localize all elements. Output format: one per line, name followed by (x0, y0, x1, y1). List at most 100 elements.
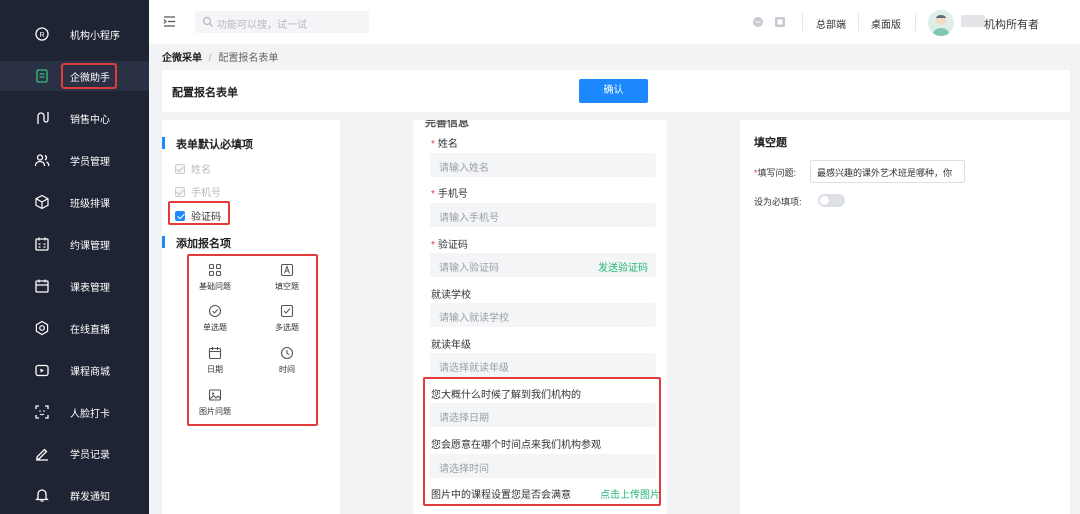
sidebar-item-label: 学员管理 (70, 157, 110, 168)
input-placeholder: 请输入手机号 (439, 213, 499, 224)
sidebar-item-students[interactable]: 学员管理 (0, 145, 149, 175)
page-title: 配置报名表单 (172, 87, 238, 99)
phone-input[interactable]: 请输入手机号 (430, 203, 656, 227)
input-placeholder: 请选择日期 (439, 413, 489, 424)
sidebar-item-label: 销售中心 (70, 115, 110, 126)
sidebar-item-label: 班级排课 (70, 199, 110, 210)
sidebar-item-label: 在线直播 (70, 325, 110, 336)
tool-label: 基础问题 (199, 282, 231, 291)
field-label: 图片中的课程设置您是否会满意 点击上传图片 (431, 486, 661, 501)
name-input[interactable]: 请输入姓名 (430, 153, 656, 177)
field-label: 您会愿意在哪个时间点来我们机构参观 (431, 440, 601, 451)
booking-icon (35, 237, 49, 251)
checkbox-label: 姓名 (191, 165, 211, 176)
grid-icon (208, 263, 222, 277)
sidebar-item-face-checkin[interactable]: 人脸打卡 (0, 397, 149, 427)
avatar[interactable] (928, 10, 954, 36)
collapse-menu-icon[interactable] (163, 15, 176, 28)
field-label: 就读年级 (431, 340, 471, 351)
sidebar-item-live[interactable]: 在线直播 (0, 313, 149, 343)
field-label: * 姓名 (431, 139, 458, 150)
students-icon (34, 154, 50, 167)
field-label: * 验证码 (431, 240, 468, 251)
tool-label: 填空题 (275, 282, 299, 291)
records-icon (36, 448, 48, 461)
breadcrumb-sep: / (208, 53, 212, 64)
topbar: 功能可以搜，试一试 总部端 桌面版 机构所有者 (149, 0, 1080, 44)
confirm-button[interactable]: 确认 (579, 79, 648, 103)
tool-basic-question[interactable]: 基础问题 (190, 263, 240, 292)
calendar-icon (208, 347, 222, 360)
svg-text:R: R (39, 32, 44, 39)
blurred-username (961, 15, 985, 27)
face-checkin-icon (35, 405, 49, 419)
sidebar-item-broadcast[interactable]: 群发通知 (0, 480, 149, 510)
breadcrumb: 企微采单 / 配置报名表单 (162, 49, 278, 64)
tool-date[interactable]: 日期 (190, 346, 240, 375)
required-toggle[interactable] (818, 194, 845, 207)
sidebar-item-class-schedule[interactable]: 班级排课 (0, 187, 149, 217)
desktop-button[interactable]: 桌面版 (871, 16, 901, 31)
section-title: 完善信息 (425, 120, 469, 129)
tool-label: 时间 (279, 365, 295, 374)
text-a-icon (280, 263, 294, 277)
user-avatar-icon (932, 15, 950, 36)
sidebar-item-label: 人脸打卡 (70, 409, 110, 420)
live-icon (35, 320, 49, 336)
checkbox (175, 163, 185, 174)
message-icon[interactable] (752, 16, 764, 28)
sidebar-item-wecom-assistant[interactable]: 企微助手 (0, 61, 149, 91)
sidebar-item-label: 课程商城 (70, 367, 110, 378)
sidebar-item-timetable[interactable]: 课表管理 (0, 271, 149, 301)
add-fields-title: 添加报名项 (162, 235, 231, 251)
hq-button[interactable]: 总部端 (816, 16, 846, 31)
input-placeholder: 请输入验证码 (439, 263, 499, 274)
search-input[interactable]: 功能可以搜，试一试 (195, 11, 369, 33)
sidebar-item-label: 约课管理 (70, 241, 110, 252)
breadcrumb-current: 配置报名表单 (218, 53, 279, 64)
page-header: 配置报名表单 确认 (162, 70, 1070, 112)
grade-select[interactable]: 请选择就读年级 (430, 353, 656, 377)
sidebar-item-records[interactable]: 学员记录 (0, 438, 149, 468)
bell-icon (35, 489, 49, 502)
sidebar-item-label: 群发通知 (70, 492, 110, 503)
field-label: 就读学校 (431, 290, 471, 301)
sidebar-item-sales[interactable]: 销售中心 (0, 103, 149, 133)
breadcrumb-root[interactable]: 企微采单 (162, 53, 202, 64)
input-placeholder: 请输入姓名 (439, 163, 489, 174)
divider (915, 13, 916, 31)
upload-image-link[interactable]: 点击上传图片 (600, 486, 660, 501)
tool-single-choice[interactable]: 单选题 (190, 304, 240, 333)
timetable-icon (35, 279, 49, 293)
sidebar-item-mini-program[interactable]: R 机构小程序 (0, 19, 149, 49)
tool-time[interactable]: 时间 (262, 346, 312, 375)
time-picker[interactable]: 请选择时间 (430, 454, 656, 478)
qrcode-icon[interactable] (774, 16, 786, 28)
tool-fill-blank[interactable]: 填空题 (262, 263, 312, 292)
verify-code-input[interactable]: 请输入验证码 发送验证码 (430, 253, 656, 277)
sidebar-item-booking[interactable]: 约课管理 (0, 229, 149, 259)
sidebar-item-label: 学员记录 (70, 450, 110, 461)
required-item-name: 姓名 (175, 161, 211, 176)
date-picker[interactable]: 请选择日期 (430, 403, 656, 427)
school-input[interactable]: 请输入就读学校 (430, 303, 656, 327)
sidebar-item-label: 课表管理 (70, 283, 110, 294)
sidebar: R 机构小程序 企微助手 销售中心 学员管理 班级排课 约课管理 课表管理 在线… (0, 0, 149, 514)
form-preview: 完善信息 * 姓名 请输入姓名 * 手机号 请输入手机号 * 验证码 请输入验证码 发… (413, 120, 667, 514)
divider (858, 13, 859, 31)
sidebar-item-course-mall[interactable]: 课程商城 (0, 355, 149, 385)
sales-icon (37, 112, 49, 124)
send-code-link[interactable]: 发送验证码 (598, 259, 648, 274)
tool-image-question[interactable]: 图片问题 (190, 388, 240, 417)
tool-label: 图片问题 (199, 407, 231, 416)
divider (802, 13, 803, 31)
tool-label: 单选题 (203, 323, 227, 332)
question-input[interactable]: 最感兴趣的课外艺术班是哪种，你 (810, 160, 965, 183)
search-placeholder: 功能可以搜，试一试 (217, 20, 307, 31)
field-label: 您大概什么时候了解到我们机构的 (431, 390, 581, 401)
input-placeholder: 请选择就读年级 (439, 363, 509, 374)
tool-multi-choice[interactable]: 多选题 (262, 304, 312, 333)
checkbox (175, 186, 185, 197)
course-mall-icon (35, 364, 49, 377)
field-settings: 填空题 *填写问题: 最感兴趣的课外艺术班是哪种，你 设为必填项: (740, 120, 1070, 514)
